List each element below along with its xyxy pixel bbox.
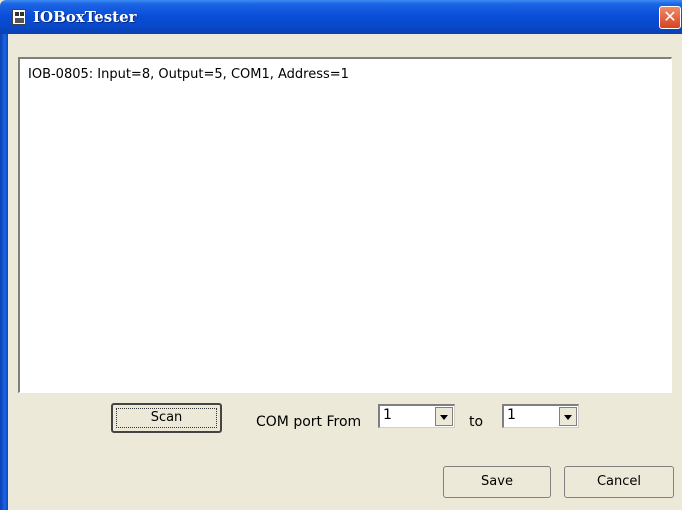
chevron-down-icon[interactable] (435, 407, 453, 426)
window-frame-left (0, 34, 8, 510)
focus-rectangle (116, 408, 217, 428)
scan-button[interactable]: Scan (111, 403, 222, 433)
com-port-to-value: 1 (507, 407, 516, 423)
close-button[interactable]: ✕ (659, 6, 681, 29)
close-icon: ✕ (663, 7, 677, 26)
save-button[interactable]: Save (443, 466, 551, 498)
com-port-from-select[interactable]: 1 (378, 404, 455, 428)
output-line: IOB-0805: Input=8, Output=5, COM1, Addre… (28, 67, 349, 82)
com-port-to-select[interactable]: 1 (502, 404, 579, 428)
cancel-button[interactable]: Cancel (564, 466, 674, 498)
to-label: to (469, 414, 484, 430)
output-textarea[interactable]: IOB-0805: Input=8, Output=5, COM1, Addre… (18, 57, 672, 393)
title-bar[interactable]: IOBoxTester ✕ (0, 0, 682, 34)
chevron-down-icon[interactable] (559, 407, 577, 426)
com-port-from-value: 1 (383, 407, 392, 423)
ioboxtester-window: IOBoxTester ✕ IOB-0805: Input=8, Output=… (0, 0, 682, 510)
app-icon (12, 9, 26, 25)
window-title: IOBoxTester (33, 8, 137, 26)
com-port-from-label: COM port From (256, 414, 362, 430)
